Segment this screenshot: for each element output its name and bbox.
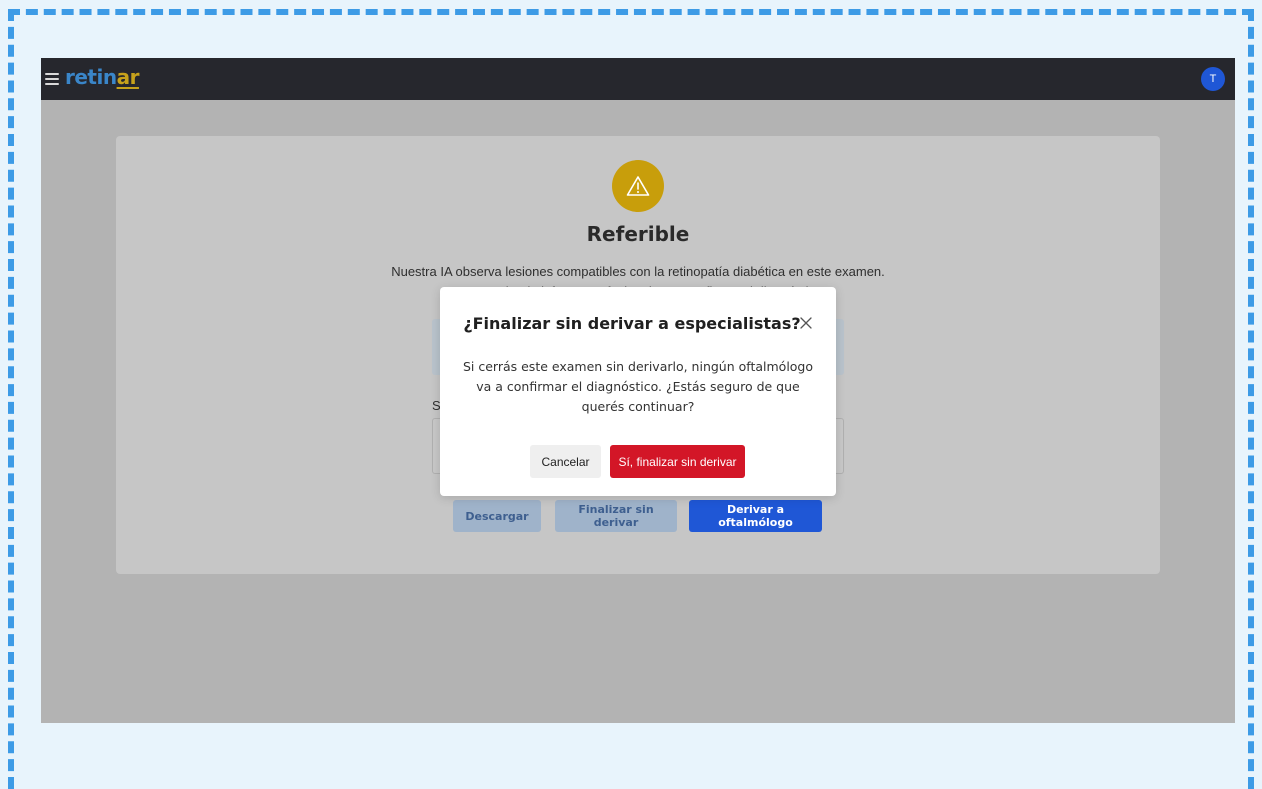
confirm-dialog: ¿Finalizar sin derivar a especialistas? … bbox=[440, 287, 836, 496]
result-title: Referible bbox=[586, 222, 690, 246]
card-actions: Descargar Finalizar sin derivar Derivar … bbox=[116, 500, 1160, 532]
logo-text-accent: ar bbox=[116, 65, 140, 89]
dialog-title: ¿Finalizar sin derivar a especialistas? bbox=[463, 314, 801, 333]
app-logo[interactable]: retinar bbox=[65, 65, 139, 89]
hamburger-menu-icon[interactable] bbox=[45, 69, 59, 89]
dialog-message: Si cerrás este examen sin derivarlo, nin… bbox=[462, 359, 814, 414]
refer-to-ophthalmologist-button[interactable]: Derivar a oftalmólogo bbox=[689, 500, 822, 532]
close-icon[interactable] bbox=[796, 313, 816, 333]
top-bar: retinar T bbox=[41, 58, 1235, 100]
result-description-line1: Nuestra IA observa lesiones compatibles … bbox=[391, 264, 885, 279]
logo-text-primary: retin bbox=[65, 65, 117, 89]
finish-without-referral-button[interactable]: Finalizar sin derivar bbox=[555, 500, 677, 532]
user-avatar[interactable]: T bbox=[1201, 67, 1225, 91]
confirm-finish-button[interactable]: Sí, finalizar sin derivar bbox=[610, 445, 745, 478]
cancel-button[interactable]: Cancelar bbox=[530, 445, 601, 478]
download-button[interactable]: Descargar bbox=[453, 500, 541, 532]
warning-triangle-icon bbox=[612, 160, 664, 212]
